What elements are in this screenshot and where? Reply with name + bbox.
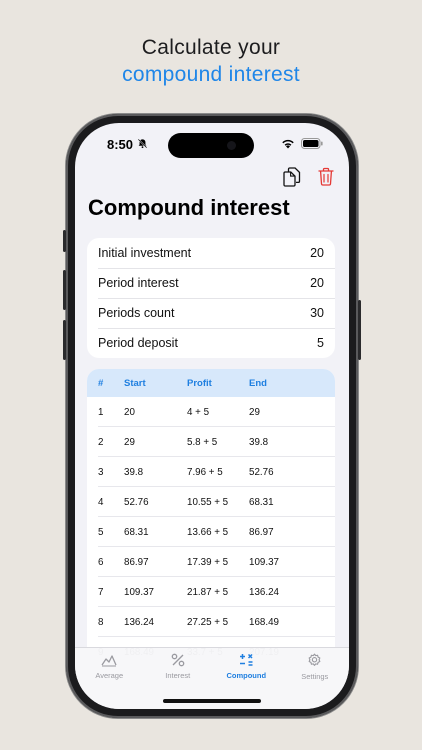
phone-side-button xyxy=(63,270,66,310)
app-screen: 8:50 Compound interest Initial investmen… xyxy=(75,123,349,709)
column-header: Start xyxy=(124,377,146,389)
input-row-period-interest[interactable]: Period interest 20 xyxy=(87,268,335,298)
dynamic-island xyxy=(168,133,254,158)
table-cell: 4 xyxy=(98,496,104,508)
table-cell: 39.8 xyxy=(249,436,269,448)
wifi-icon xyxy=(282,139,294,148)
promo-line-1: Calculate your xyxy=(141,36,281,59)
table-cell: 2 xyxy=(98,436,104,448)
table-cell: 3 xyxy=(98,466,104,478)
table-row: 6 86.97 17.39 + 5 109.37 xyxy=(87,547,335,577)
input-value[interactable]: 20 xyxy=(310,246,324,260)
table-cell: 5 xyxy=(98,526,104,538)
input-label: Initial investment xyxy=(98,246,192,260)
trash-icon[interactable] xyxy=(318,167,334,186)
input-row-periods-count[interactable]: Periods count 30 xyxy=(87,298,335,328)
table-cell: 136.24 xyxy=(124,616,154,628)
promo-headline: Calculate your compound interest xyxy=(0,34,422,88)
table-row: 1 20 4 + 5 29 xyxy=(87,397,335,427)
table-header: # Start Profit End xyxy=(87,369,335,397)
table-row: 2 29 5.8 + 5 39.8 xyxy=(87,427,335,457)
column-header: Profit xyxy=(187,377,212,389)
tab-label: Compound xyxy=(226,671,267,680)
phone-side-button xyxy=(358,300,361,360)
table-body: 1 20 4 + 5 29 2 29 5.8 + 5 39.8 3 39.8 7.96 + 5 52.… xyxy=(87,397,335,667)
table-cell: 17.39 + 5 xyxy=(187,556,229,568)
table-cell: 29 xyxy=(124,436,135,448)
table-cell: 6 xyxy=(98,556,104,568)
table-cell: 39.8 xyxy=(124,466,144,478)
table-cell: 8 xyxy=(98,616,104,628)
table-row: 4 52.76 10.55 + 5 68.31 xyxy=(87,487,335,517)
input-value[interactable]: 20 xyxy=(310,276,324,290)
table-cell: 68.31 xyxy=(124,526,149,538)
tab-label: Average xyxy=(95,671,124,680)
table-cell: 109.37 xyxy=(124,586,154,598)
chart-icon xyxy=(101,655,117,667)
table-cell: 7.96 + 5 xyxy=(187,466,223,478)
table-cell: 20 xyxy=(124,406,135,418)
tab-average[interactable]: Average xyxy=(79,653,139,709)
input-value[interactable]: 30 xyxy=(310,306,324,320)
bell-muted-icon xyxy=(137,138,148,149)
percent-icon xyxy=(171,653,185,667)
phone-side-button xyxy=(63,230,66,252)
page-title: Compound interest xyxy=(88,195,290,220)
table-cell: 5.8 + 5 xyxy=(187,436,218,448)
table-row: 3 39.8 7.96 + 5 52.76 xyxy=(87,457,335,487)
copy-icon[interactable] xyxy=(283,167,301,187)
table-cell: 136.24 xyxy=(249,586,279,598)
table-cell: 52.76 xyxy=(249,466,274,478)
table-cell: 4 + 5 xyxy=(187,406,210,418)
input-card: Initial investment 20 Period interest 20… xyxy=(87,238,335,358)
status-indicators xyxy=(281,138,323,149)
table-cell: 52.76 xyxy=(124,496,149,508)
input-value[interactable]: 5 xyxy=(317,336,324,350)
input-label: Period interest xyxy=(98,276,179,290)
table-row: 5 68.31 13.66 + 5 86.97 xyxy=(87,517,335,547)
tab-settings[interactable]: Settings xyxy=(285,653,345,709)
table-cell: 13.66 + 5 xyxy=(187,526,229,538)
home-indicator xyxy=(163,699,261,703)
phone-side-button xyxy=(63,320,66,360)
table-cell: 21.87 + 5 xyxy=(187,586,229,598)
table-cell: 86.97 xyxy=(124,556,149,568)
table-cell: 68.31 xyxy=(249,496,274,508)
table-cell: 168.49 xyxy=(249,616,279,628)
tab-label: Interest xyxy=(165,671,191,680)
input-label: Periods count xyxy=(98,306,175,320)
column-header: End xyxy=(249,377,267,389)
gear-icon xyxy=(308,653,321,666)
input-row-initial-investment[interactable]: Initial investment 20 xyxy=(87,238,335,268)
column-header: # xyxy=(98,377,104,389)
status-time: 8:50 xyxy=(107,137,134,152)
battery-icon xyxy=(301,138,323,149)
table-cell: 27.25 + 5 xyxy=(187,616,229,628)
table-row: 7 109.37 21.87 + 5 136.24 xyxy=(87,577,335,607)
table-cell: 7 xyxy=(98,586,104,598)
table-row: 8 136.24 27.25 + 5 168.49 xyxy=(87,607,335,637)
input-row-period-deposit[interactable]: Period deposit 5 xyxy=(87,328,335,358)
results-table[interactable]: # Start Profit End 1 20 4 + 5 29 2 29 5.8 + 5 3… xyxy=(87,369,335,669)
tab-label: Settings xyxy=(301,672,329,681)
table-cell: 29 xyxy=(249,406,260,418)
calculator-icon xyxy=(239,653,253,666)
table-cell: 10.55 + 5 xyxy=(187,496,229,508)
promo-line-2: compound interest xyxy=(122,63,300,86)
table-cell: 86.97 xyxy=(249,526,274,538)
table-cell: 1 xyxy=(98,406,104,418)
table-cell: 109.37 xyxy=(249,556,279,568)
input-label: Period deposit xyxy=(98,336,178,350)
